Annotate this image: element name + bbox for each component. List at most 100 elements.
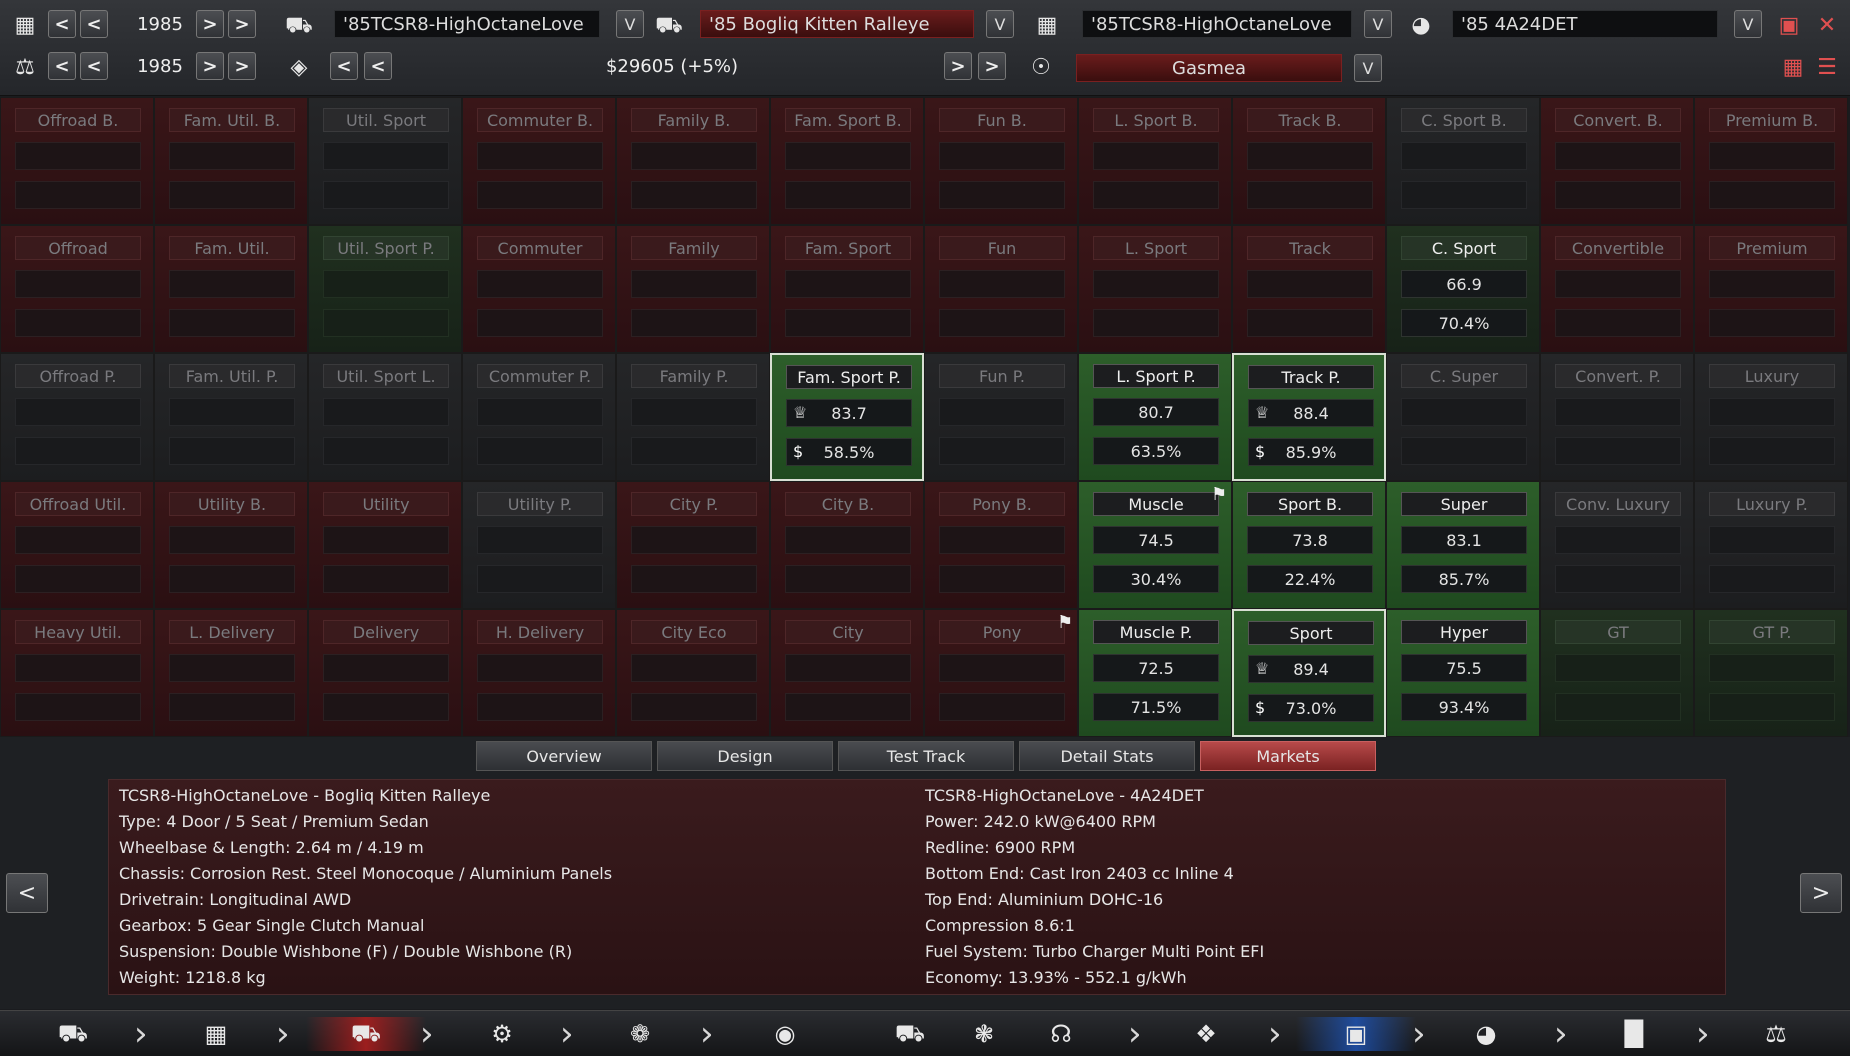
market-cell[interactable]: Offroad Util. [0,481,154,609]
market-cell[interactable]: City P. [616,481,770,609]
list-view-icon[interactable]: ☰ [1812,52,1842,82]
engine-variant-select[interactable]: '85 4A24DET [1452,10,1718,38]
engine-model-dropdown-button[interactable]: V [1364,10,1392,38]
market-cell[interactable]: Convert. P. [1540,353,1694,481]
market-cell[interactable]: C. Sport B. [1386,97,1540,225]
market-cell[interactable]: Commuter B. [462,97,616,225]
drivetrain-nav-icon[interactable]: ⚙ [466,1017,538,1051]
engine-nav-icon[interactable]: ▦ [190,1017,242,1051]
market-cell[interactable]: Util. Sport L. [308,353,462,481]
price-increase-button[interactable]: > [944,52,972,80]
markets-nav-icon[interactable]: ⚖ [1756,1017,1796,1051]
interior-nav-icon[interactable]: ☊ [1026,1017,1096,1051]
wheels-nav-icon[interactable]: ◉ [740,1017,830,1051]
market-cell[interactable]: Hyper 75.5 93.4% [1386,609,1540,737]
pin-icon[interactable]: ⚑ [1057,612,1073,633]
market-cell[interactable]: City B. [770,481,924,609]
market-cell[interactable]: L. Sport B. [1078,97,1232,225]
market-cell[interactable]: L. Sport P. 80.7 63.5% [1078,353,1232,481]
scales-icon[interactable]: ⚖ [10,52,40,82]
region-select[interactable]: Gasmea [1076,54,1342,82]
market-cell[interactable]: GT [1540,609,1694,737]
market-cell[interactable]: L. Delivery [154,609,308,737]
market-cell[interactable]: Family [616,225,770,353]
compare-year-prev-button[interactable]: < [80,52,108,80]
tab-test-track[interactable]: Test Track [838,741,1014,771]
year-prev-button[interactable]: < [80,10,108,38]
market-cell[interactable]: Pony ⚑ [924,609,1078,737]
trim-dropdown-button[interactable]: V [986,10,1014,38]
suspension-nav-icon[interactable]: ❁ [610,1017,670,1051]
market-cell[interactable]: Conv. Luxury [1540,481,1694,609]
market-cell[interactable]: Utility P. [462,481,616,609]
pin-icon[interactable]: ⚑ [1211,484,1227,505]
market-cell[interactable]: Track P. ♕ 88.4 $85.9% [1232,353,1386,481]
market-cell[interactable]: Fam. Sport B. [770,97,924,225]
model-dropdown-button[interactable]: V [616,10,644,38]
market-cell[interactable]: GT P. [1694,609,1848,737]
market-cell[interactable]: C. Super [1386,353,1540,481]
next-car-button[interactable]: > [1800,873,1842,913]
market-cell[interactable]: Muscle 74.5 30.4% ⚑ [1078,481,1232,609]
compare-year-next-fast-button[interactable]: > [228,52,256,80]
grid-view-icon[interactable]: ▦ [1778,52,1808,82]
market-cell[interactable]: Premium [1694,225,1848,353]
engineering-nav-icon[interactable]: ◕ [1466,1017,1506,1051]
aero-nav-icon[interactable]: ❃ [966,1017,1002,1051]
market-cell[interactable]: Commuter P. [462,353,616,481]
market-cell[interactable]: Track [1232,225,1386,353]
market-cell[interactable]: L. Sport [1078,225,1232,353]
trim-select[interactable]: '85 Bogliq Kitten Ralleye [700,10,974,38]
tab-markets[interactable]: Markets [1200,741,1376,771]
region-dropdown-button[interactable]: V [1354,54,1382,82]
market-cell[interactable]: Commuter [462,225,616,353]
year-prev-fast-button[interactable]: < [48,10,76,38]
market-cell[interactable]: Util. Sport [308,97,462,225]
market-cell[interactable]: Luxury P. [1694,481,1848,609]
market-cell[interactable]: Convert. B. [1540,97,1694,225]
market-cell[interactable]: Fam. Sport [770,225,924,353]
market-cell[interactable]: Family P. [616,353,770,481]
engine-variant-dropdown-button[interactable]: V [1734,10,1762,38]
market-cell[interactable]: Track B. [1232,97,1386,225]
calendar-icon[interactable]: ▦ [10,10,40,40]
market-cell[interactable]: Sport ♕ 89.4 $73.0% [1232,609,1386,737]
market-cell[interactable]: Delivery [308,609,462,737]
market-cell[interactable]: Family B. [616,97,770,225]
market-cell[interactable]: Super 83.1 85.7% [1386,481,1540,609]
market-cell[interactable]: Premium B. [1694,97,1848,225]
tab-design[interactable]: Design [657,741,833,771]
save-icon[interactable]: ▣ [1774,10,1804,40]
market-cell[interactable]: City Eco [616,609,770,737]
car-models-nav-icon[interactable]: ⛟ [48,1017,98,1051]
tab-overview[interactable]: Overview [476,741,652,771]
market-cell[interactable]: Heavy Util. [0,609,154,737]
market-cell[interactable]: Fam. Sport P. ♕ 83.7 $58.5% [770,353,924,481]
market-cell[interactable]: H. Delivery [462,609,616,737]
market-cell[interactable]: Fun P. [924,353,1078,481]
market-cell[interactable]: Convertible [1540,225,1694,353]
year-next-fast-button[interactable]: > [228,10,256,38]
market-cell[interactable]: City [770,609,924,737]
test-track-nav-icon[interactable]: ▣ [1296,1017,1416,1051]
engine-model-select[interactable]: '85TCSR8-HighOctaneLove [1082,10,1352,38]
market-cell[interactable]: Offroad [0,225,154,353]
market-cell[interactable]: Fam. Util. P. [154,353,308,481]
market-cell[interactable]: Fun [924,225,1078,353]
market-cell[interactable]: Utility B. [154,481,308,609]
market-cell[interactable]: Utility [308,481,462,609]
market-cell[interactable]: Util. Sport P. [308,225,462,353]
factory-nav-icon[interactable]: █ [1612,1017,1656,1051]
close-icon[interactable]: ✕ [1812,10,1842,40]
market-cell[interactable]: Muscle P. 72.5 71.5% [1078,609,1232,737]
market-cell[interactable]: Fam. Util. B. [154,97,308,225]
market-cell[interactable]: Offroad P. [0,353,154,481]
compare-year-prev-fast-button[interactable]: < [48,52,76,80]
body-nav-icon[interactable]: ⛟ [860,1017,960,1051]
market-cell[interactable]: Offroad B. [0,97,154,225]
prev-car-button[interactable]: < [6,873,48,913]
market-cell[interactable]: Fun B. [924,97,1078,225]
safety-nav-icon[interactable]: ❖ [1186,1017,1226,1051]
model-select[interactable]: '85TCSR8-HighOctaneLove [334,10,600,38]
market-cell[interactable]: Luxury [1694,353,1848,481]
